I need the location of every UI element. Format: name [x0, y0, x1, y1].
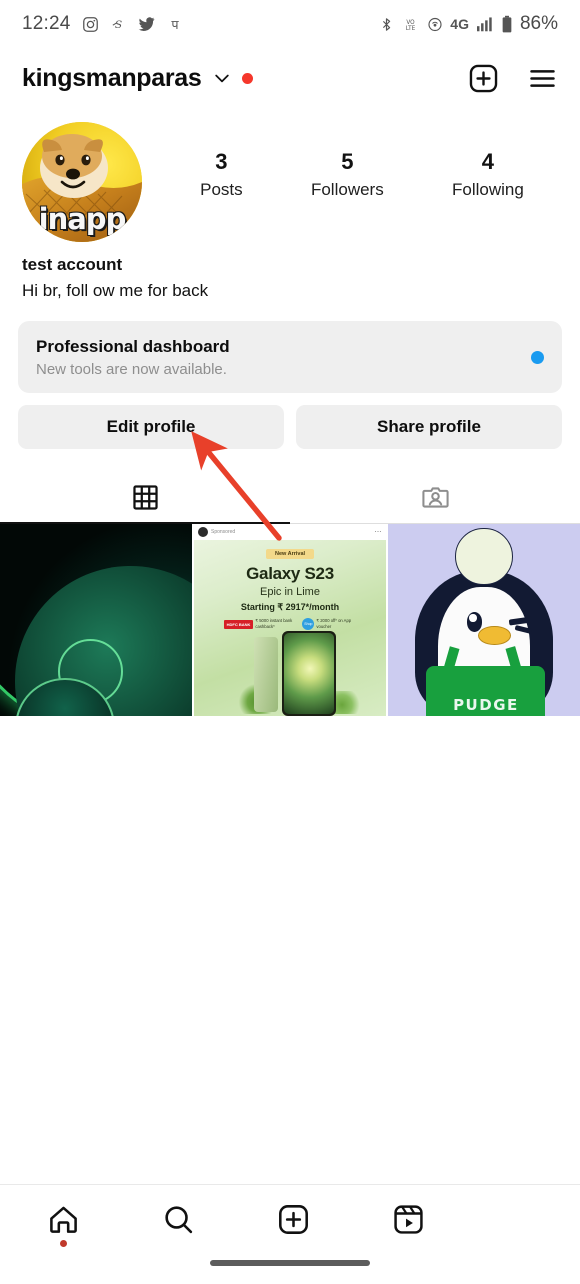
nav-home[interactable]	[6, 1203, 121, 1247]
ad-price: Starting ₹ 2917*/month	[240, 602, 340, 612]
phone-front	[282, 631, 337, 716]
stat-following[interactable]: 4 Following	[452, 148, 524, 200]
dashboard-title: Professional dashboard	[36, 336, 230, 356]
volte-icon: VO LTE	[406, 19, 416, 32]
share-profile-button[interactable]: Share profile	[296, 405, 562, 449]
chevron-down-icon[interactable]	[212, 68, 232, 88]
ad-header: Sponsored ⋯	[194, 524, 386, 540]
profile-bio: test account Hi br, foll ow me for back	[0, 242, 580, 303]
ad-avatar	[198, 527, 208, 537]
header-username: kingsmanparas	[22, 63, 202, 92]
twitter-icon	[138, 17, 155, 31]
stat-value: 4	[481, 149, 495, 174]
profile-summary: inapp 3 Posts 5 Followers 4 Following	[0, 108, 580, 242]
display-name: test account	[22, 255, 123, 274]
home-icon	[50, 1206, 77, 1233]
post-thumbnail[interactable]: Sponsored ⋯ New Arrival Galaxy S23 Epic …	[194, 524, 386, 716]
stat-label: Followers	[310, 179, 384, 199]
more-options-icon[interactable]: ⋯	[375, 528, 383, 536]
instagram-icon	[82, 16, 98, 32]
hamburger-menu-icon[interactable]	[527, 63, 558, 94]
status-bar: 12:24 S प VO LTE 4G 86%	[0, 0, 580, 48]
battery-percent: 86%	[519, 13, 558, 34]
bio-text: Hi br, foll ow me for back	[22, 280, 209, 300]
post-1-image	[0, 524, 192, 716]
phone-back	[253, 636, 279, 713]
bottom-navigation	[0, 1184, 580, 1284]
plus-box-icon[interactable]	[468, 63, 499, 94]
app-header: kingsmanparas	[0, 48, 580, 108]
ad-title: Galaxy S23	[246, 564, 334, 583]
phone-screen-art	[284, 633, 335, 714]
stat-followers[interactable]: 5 Followers	[311, 148, 384, 200]
reels-icon	[394, 1205, 423, 1234]
nav-create[interactable]	[236, 1203, 351, 1247]
status-bar-right: VO LTE 4G 86%	[379, 13, 558, 35]
ad-product-image	[194, 628, 386, 716]
dashboard-subtitle: New tools are now available.	[36, 360, 227, 378]
header-actions	[468, 63, 558, 94]
posts-grid: Sponsored ⋯ New Arrival Galaxy S23 Epic …	[0, 524, 580, 716]
penguin-apron: PUDGE	[426, 666, 546, 716]
network-type: 4G	[450, 16, 469, 32]
svg-text:प: प	[171, 17, 179, 32]
search-icon	[165, 1206, 193, 1234]
plus-box-icon	[279, 1205, 308, 1234]
nav-reels[interactable]	[351, 1203, 466, 1247]
penguin-egg-hat	[455, 527, 513, 586]
post-thumbnail[interactable]: PUDGE	[388, 524, 580, 716]
hotspot-icon	[428, 17, 442, 31]
edit-profile-button[interactable]: Edit profile	[18, 405, 284, 449]
ad-subtitle: Epic in Lime	[260, 586, 320, 598]
phonepe-icon: प	[171, 17, 179, 32]
stat-value: 3	[215, 149, 228, 174]
profile-tabs	[0, 471, 580, 524]
penguin-eye	[466, 612, 483, 632]
tagged-person-icon	[421, 486, 449, 508]
svg-text:VO: VO	[407, 19, 416, 25]
profile-stats: 3 Posts 5 Followers 4 Following	[142, 122, 558, 200]
battery-icon	[502, 15, 512, 32]
nav-icon-row	[0, 1185, 580, 1247]
tab-grid[interactable]	[0, 471, 290, 524]
post-2-image: Sponsored ⋯ New Arrival Galaxy S23 Epic …	[194, 524, 386, 716]
svg-text:LTE: LTE	[406, 26, 416, 32]
professional-dashboard-card[interactable]: Professional dashboard New tools are now…	[18, 321, 562, 393]
post-thumbnail[interactable]	[0, 524, 192, 716]
stat-value: 5	[341, 149, 354, 174]
bluetooth-icon	[383, 17, 391, 31]
account-notification-dot	[241, 72, 253, 84]
dashboard-text: Professional dashboard New tools are now…	[36, 337, 230, 378]
post-3-image: PUDGE	[388, 524, 580, 716]
ad-badge: New Arrival	[265, 549, 315, 559]
grid-icon	[132, 484, 158, 510]
nav-search[interactable]	[121, 1203, 236, 1247]
signal-bars-icon	[476, 17, 492, 32]
home-indicator	[210, 1260, 370, 1266]
penguin-beak	[478, 625, 511, 645]
status-time: 12:24	[22, 13, 71, 34]
apron-text: PUDGE	[453, 696, 519, 715]
tab-tagged[interactable]	[290, 471, 580, 523]
stat-label: Posts	[200, 179, 243, 199]
home-notification-dot	[60, 1240, 67, 1247]
status-bar-left: 12:24 S प	[22, 13, 183, 35]
stat-label: Following	[452, 179, 524, 199]
stat-posts[interactable]: 3 Posts	[200, 148, 243, 200]
phone-screen: 12:24 S प VO LTE 4G 86% kingsmanparas in…	[0, 0, 580, 1284]
profile-actions: Edit profile Share profile	[0, 393, 580, 449]
svg-text:S: S	[114, 18, 121, 31]
account-switcher[interactable]: kingsmanparas	[22, 64, 253, 93]
ad-sponsored-label: Sponsored	[211, 529, 236, 535]
avatar-watermark: inapp	[38, 202, 127, 236]
dashboard-new-dot	[531, 350, 544, 364]
avatar[interactable]: inapp	[22, 122, 142, 242]
snapchat-icon: S	[112, 18, 122, 31]
